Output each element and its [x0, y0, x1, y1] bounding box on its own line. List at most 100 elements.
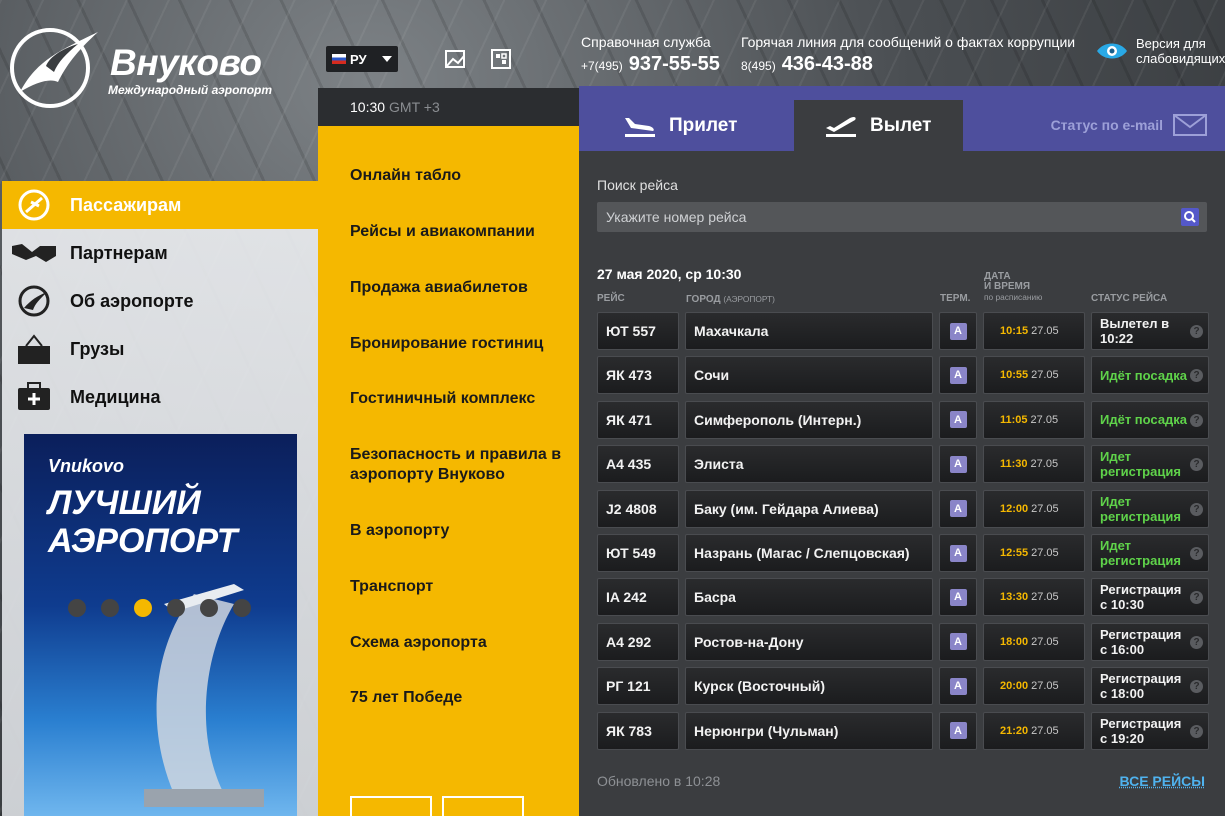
- flight-time: 11:05 27.05: [983, 400, 1085, 439]
- menu-item-security-rules[interactable]: Безопасность и правила в аэропорту Внуко…: [350, 445, 575, 485]
- menu-item-hotel-complex[interactable]: Гостиничный комплекс: [350, 389, 575, 409]
- map-icon[interactable]: [444, 48, 466, 70]
- menu-item-victory-75[interactable]: 75 лет Победе: [350, 688, 575, 708]
- email-status-link[interactable]: Статус по e-mail: [1051, 114, 1207, 136]
- help-icon[interactable]: ?: [1190, 591, 1203, 605]
- flight-status-text: Идёт посадка: [1100, 412, 1188, 428]
- flight-city: Курск (Восточный): [685, 667, 933, 706]
- help-desk-phone[interactable]: 937-55-55: [629, 53, 720, 76]
- scheduled-date: 27.05: [1031, 547, 1059, 559]
- flight-terminal: A: [939, 622, 977, 661]
- airport-logo-icon: [12, 283, 56, 319]
- col-term-header: ТЕРМ.: [940, 293, 971, 304]
- flight-number: ЯК 471: [597, 400, 679, 439]
- flight-row[interactable]: ЯК 783 Нерюнгри (Чульман) A 21:20 27.05 Регис…: [597, 711, 1209, 750]
- tab-departure-label: Вылет: [870, 114, 932, 136]
- hotline-phone[interactable]: 436-43-88: [782, 53, 873, 76]
- sidebar: Пассажирам Партнерам Об аэропорте Грузы …: [2, 181, 318, 816]
- help-icon[interactable]: ?: [1190, 369, 1203, 383]
- flight-row[interactable]: J2 4808 Баку (им. Гейдара Алиева) A 12:00 27…: [597, 489, 1209, 528]
- flight-row[interactable]: ЮТ 549 Назрань (Магас / Слепцовская) A 12:5…: [597, 534, 1209, 572]
- sidebar-item-partners[interactable]: Партнерам: [2, 229, 318, 277]
- scheduled-date: 27.05: [1031, 724, 1059, 737]
- help-icon[interactable]: ?: [1190, 547, 1203, 560]
- help-icon[interactable]: ?: [1190, 680, 1203, 694]
- flight-time: 10:15 27.05: [983, 312, 1085, 350]
- banner-dot[interactable]: [101, 599, 119, 617]
- sidebar-item-cargo[interactable]: Грузы: [2, 325, 318, 373]
- low-vision-link[interactable]: Версия для слабовидящих: [1096, 36, 1225, 66]
- flight-number: РГ 121: [597, 667, 679, 706]
- help-icon[interactable]: ?: [1190, 413, 1203, 427]
- tab-departure[interactable]: Вылет: [794, 100, 963, 151]
- menu-item-airport-map[interactable]: Схема аэропорта: [350, 633, 575, 653]
- flight-row[interactable]: А4 435 Элиста A 11:30 27.05 Идет регистрация?: [597, 445, 1209, 484]
- menu-item-at-airport[interactable]: В аэропорту: [350, 521, 575, 541]
- russia-flag-icon: [332, 54, 346, 64]
- flight-row[interactable]: РГ 121 Курск (Восточный) A 20:00 27.05 Регист…: [597, 667, 1209, 706]
- help-icon[interactable]: ?: [1190, 325, 1203, 338]
- flight-terminal: A: [939, 489, 977, 528]
- flight-search-input[interactable]: Укажите номер рейса: [597, 202, 1207, 232]
- terminal-badge: A: [949, 411, 967, 429]
- flight-terminal: A: [939, 578, 977, 617]
- search-icon[interactable]: [1181, 208, 1199, 226]
- terminal-badge: A: [949, 633, 967, 651]
- menu-item-hotel-booking[interactable]: Бронирование гостиниц: [350, 334, 575, 354]
- all-flights-link[interactable]: ВСЕ РЕЙСЫ: [1120, 773, 1205, 789]
- tab-arrival[interactable]: Прилет: [593, 100, 783, 151]
- search-placeholder: Укажите номер рейса: [606, 209, 747, 225]
- plane-takeoff-icon: [826, 116, 856, 137]
- logo-bird-icon: [10, 28, 98, 108]
- board-tabs: Прилет Вылет Статус по e-mail: [579, 86, 1225, 151]
- banner-dot[interactable]: [167, 599, 185, 617]
- flight-row[interactable]: ЯК 471 Симферополь (Интерн.) A 11:05 27.05 Ид…: [597, 400, 1209, 439]
- sidebar-item-passengers[interactable]: Пассажирам: [2, 181, 318, 229]
- banner-dot[interactable]: [233, 599, 251, 617]
- help-icon[interactable]: ?: [1190, 724, 1203, 738]
- flight-row[interactable]: ЯК 473 Сочи A 10:55 27.05 Идёт посадка?: [597, 356, 1209, 395]
- flight-time: 13:30 27.05: [983, 578, 1085, 617]
- flight-city: Сочи: [685, 356, 933, 395]
- flight-time: 11:30 27.05: [983, 445, 1085, 484]
- banner-dot[interactable]: [200, 599, 218, 617]
- quick-link-button[interactable]: [442, 796, 524, 816]
- flight-city: Баку (им. Гейдара Алиева): [685, 489, 933, 528]
- flight-row[interactable]: А4 292 Ростов-на-Дону A 18:00 27.05 Регистрац…: [597, 622, 1209, 661]
- promo-banner[interactable]: Vnukovo ЛУЧШИЙ АЭРОПОРТ: [24, 434, 297, 816]
- scheduled-time: 18:00: [1000, 635, 1029, 648]
- sidebar-item-medicine[interactable]: Медицина: [2, 373, 318, 421]
- low-vision-label: Версия для слабовидящих: [1136, 36, 1225, 66]
- menu-item-online-board[interactable]: Онлайн табло: [350, 166, 575, 186]
- banner-dot[interactable]: [68, 599, 86, 617]
- sidebar-item-label: Пассажирам: [70, 194, 182, 215]
- terminal-badge: A: [949, 455, 967, 473]
- quick-link-button[interactable]: [350, 796, 432, 816]
- help-icon[interactable]: ?: [1190, 458, 1203, 472]
- flight-status-text: Регистрация с 18:00: [1100, 671, 1182, 702]
- sidebar-item-label: Медицина: [70, 386, 161, 407]
- flight-row[interactable]: ЮТ 557 Махачкала A 10:15 27.05 Вылетел в 10:2…: [597, 312, 1209, 350]
- flight-city: Назрань (Магас / Слепцовская): [685, 534, 933, 572]
- flight-terminal: A: [939, 445, 977, 484]
- sidebar-item-about[interactable]: Об аэропорте: [2, 277, 318, 325]
- airport-logo[interactable]: Внуково Международный аэропорт: [6, 22, 296, 112]
- help-icon[interactable]: ?: [1190, 502, 1203, 516]
- flight-city: Махачкала: [685, 312, 933, 350]
- flight-city: Басра: [685, 578, 933, 617]
- flight-time: 10:55 27.05: [983, 356, 1085, 395]
- col-status-header: СТАТУС РЕЙСА: [1091, 293, 1168, 304]
- menu-item-tickets[interactable]: Продажа авиабилетов: [350, 278, 575, 298]
- eye-icon: [1097, 43, 1127, 59]
- flight-row[interactable]: IA 242 Басра A 13:30 27.05 Регистрация с 10:3…: [597, 578, 1209, 617]
- menu-item-transport[interactable]: Транспорт: [350, 577, 575, 597]
- help-icon[interactable]: ?: [1190, 635, 1203, 649]
- hotline-contact: Горячая линия для сообщений о фактах кор…: [741, 34, 1075, 76]
- language-selector[interactable]: РУ: [326, 46, 398, 72]
- scheme-icon[interactable]: [490, 48, 512, 70]
- banner-dot-active[interactable]: [134, 599, 152, 617]
- scheduled-date: 27.05: [1031, 502, 1059, 515]
- flight-number: ЯК 473: [597, 356, 679, 395]
- menu-item-flights-airlines[interactable]: Рейсы и авиакомпании: [350, 222, 575, 242]
- flight-status: Идет регистрация?: [1091, 489, 1209, 528]
